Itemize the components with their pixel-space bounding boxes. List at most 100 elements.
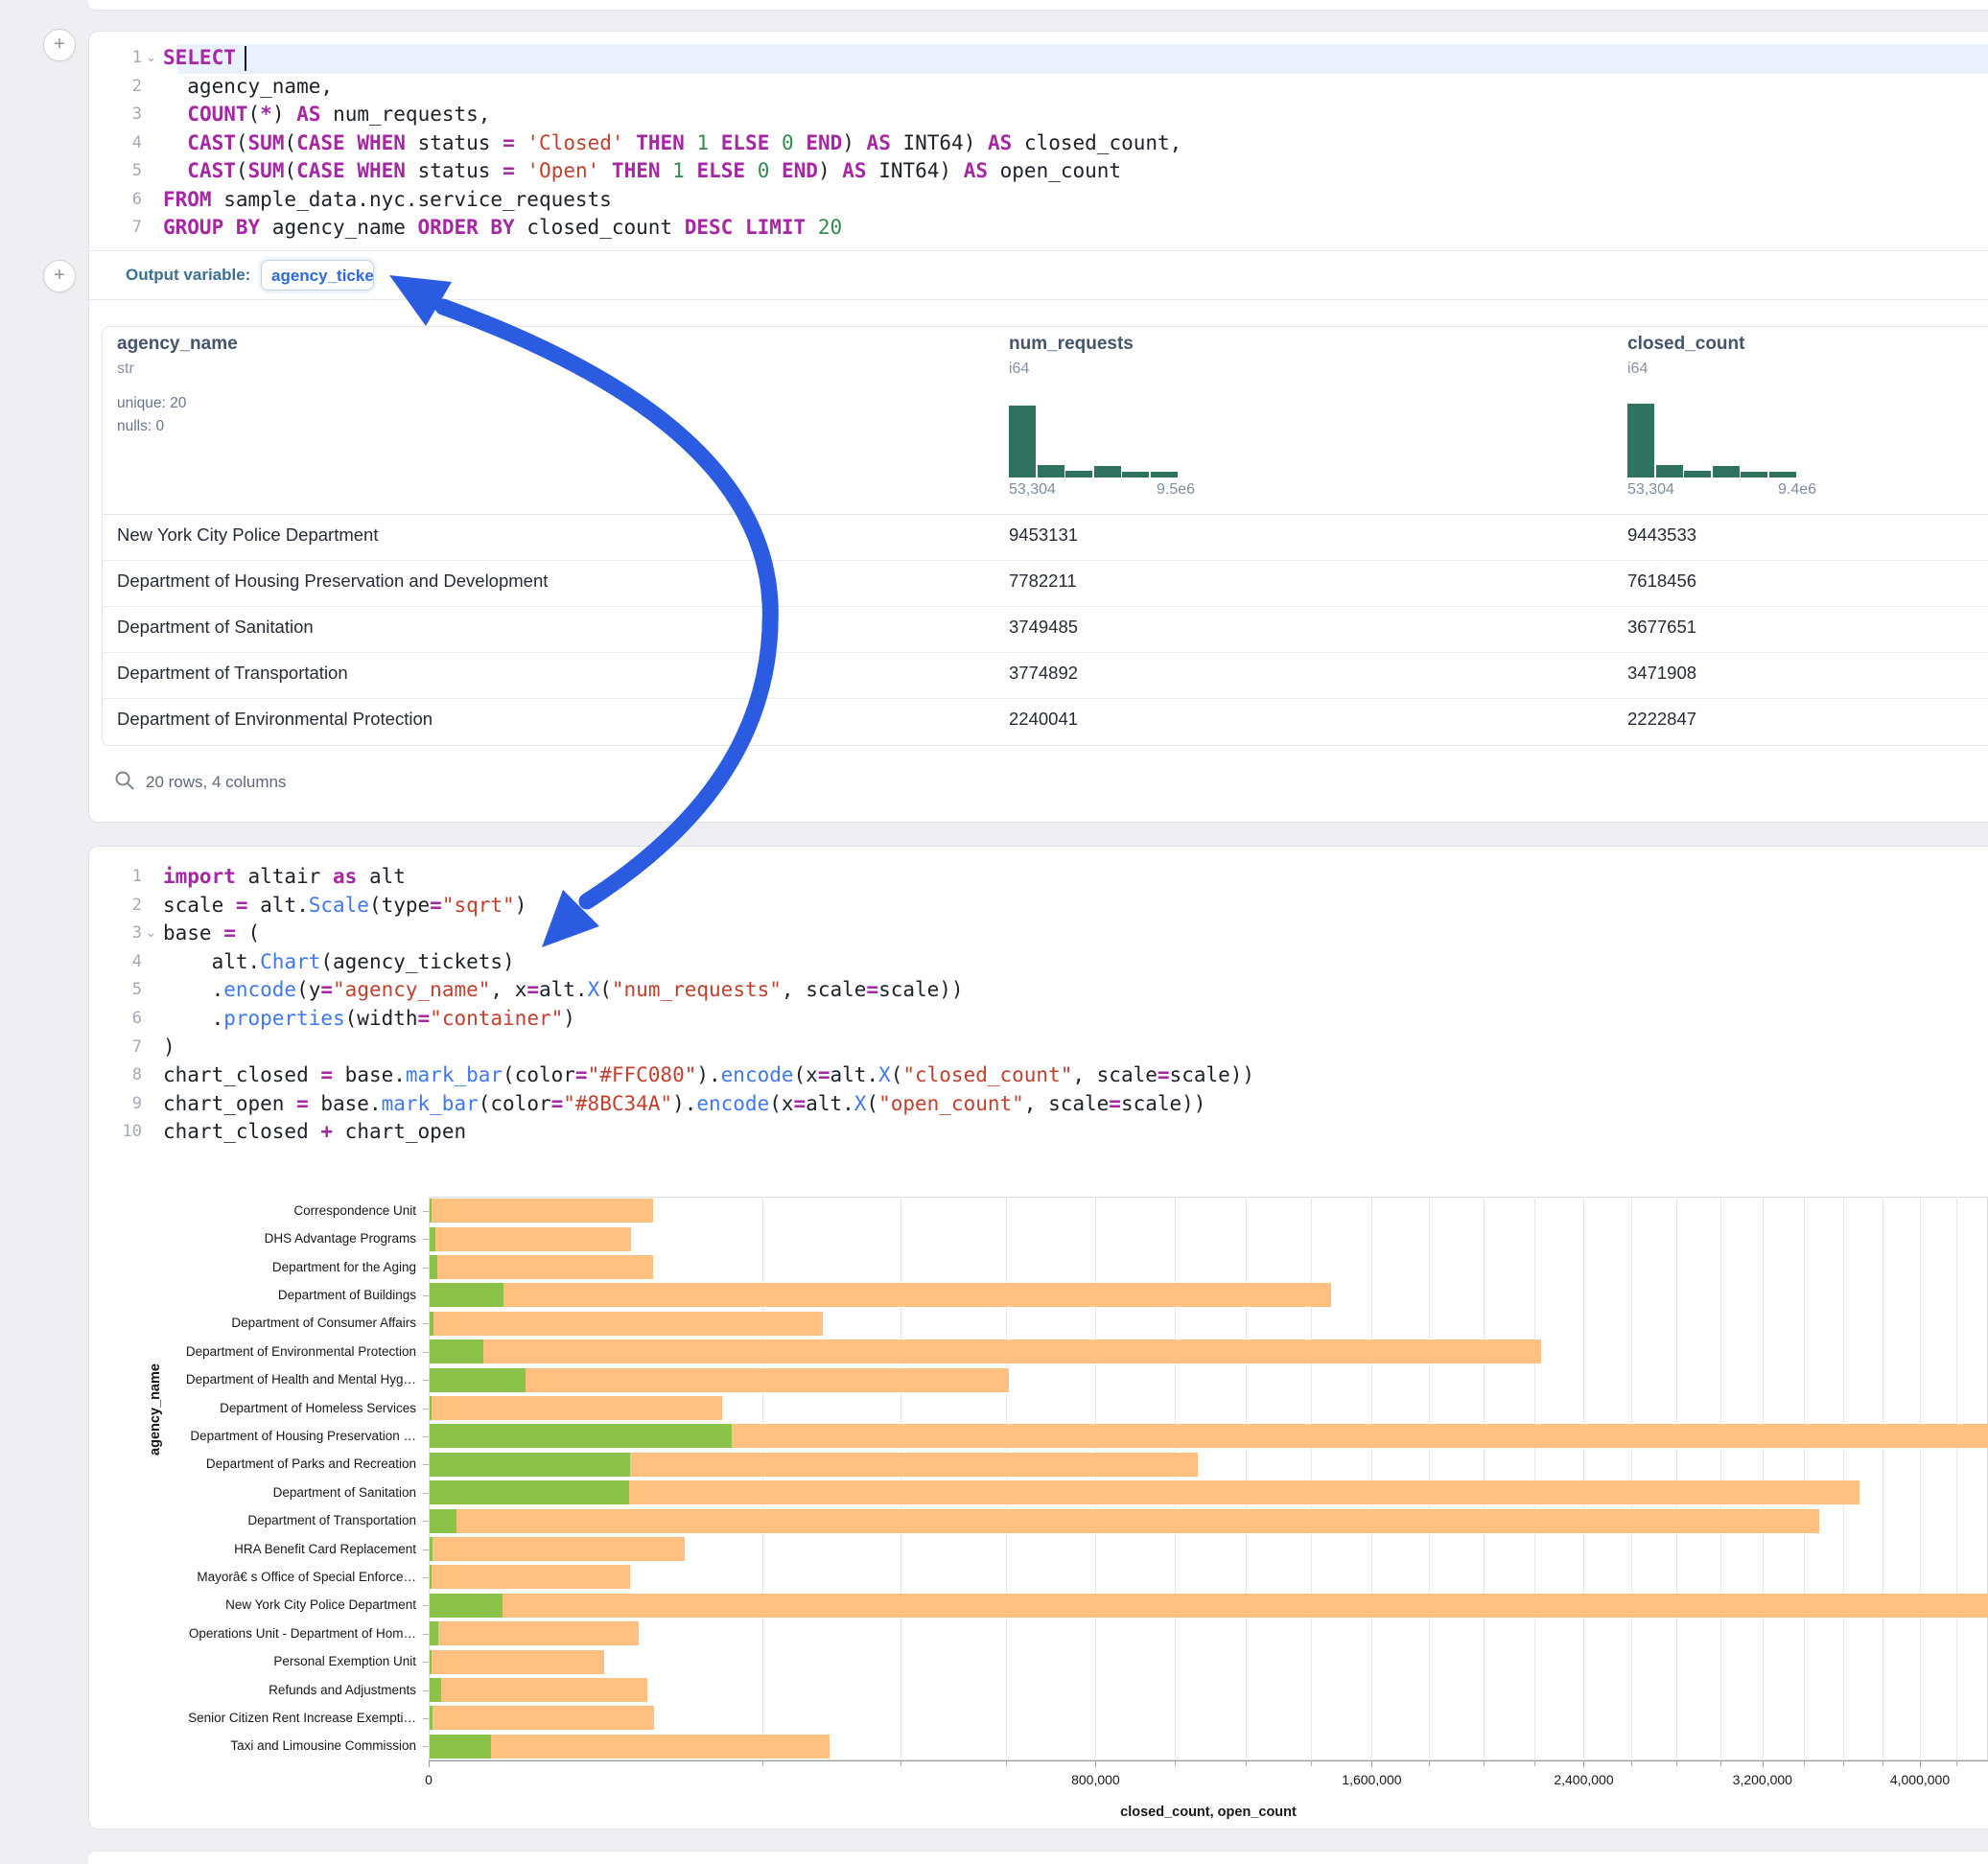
gridline [762, 1197, 763, 1760]
code-token: DESC [685, 216, 734, 239]
line-number: 2 [88, 896, 142, 915]
code-token: = [551, 1092, 564, 1115]
code-token: ( [284, 131, 296, 154]
python-editor[interactable]: 1import altair as alt2scale = alt.Scale(… [88, 846, 1988, 1153]
code-token: COUNT [187, 103, 247, 126]
y-tick-label: Department of Environmental Protection [96, 1344, 416, 1359]
code-token: properties [223, 1007, 344, 1030]
code-token: (x [794, 1063, 818, 1086]
code-token: = [223, 921, 236, 944]
table-row[interactable]: Department of Sanitation37494853677651 [102, 606, 1988, 652]
code-token: scale [163, 894, 236, 917]
code-line: COUNT(*) AS num_requests, [163, 103, 490, 126]
code-token: mark_bar [382, 1092, 479, 1115]
code-token: "agency_name" [333, 978, 490, 1001]
chevron-down-icon[interactable]: ⌄ [146, 925, 156, 941]
code-line: SELECT [163, 46, 248, 69]
gridline [1920, 1197, 1921, 1760]
gridline [1631, 1197, 1632, 1760]
x-axis-major-tick [1763, 1760, 1764, 1767]
hist-min-label: 53,304 [1009, 481, 1056, 499]
code-token [769, 159, 782, 182]
bar-closed-count [430, 1480, 1859, 1504]
bar-open-count [430, 1283, 503, 1307]
output-variable-label: Output variable: [126, 266, 250, 285]
table-row[interactable]: New York City Police Department945313194… [102, 514, 1988, 560]
code-token: 20 [818, 216, 842, 239]
code-token: (width [345, 1007, 418, 1030]
gridline [1371, 1197, 1372, 1760]
bar-closed-count [430, 1227, 631, 1251]
sql-editor[interactable]: 1⌄SELECT 2 agency_name,3 COUNT(*) AS num… [88, 31, 1988, 250]
bar-closed-count [430, 1199, 653, 1223]
gridline [1804, 1197, 1805, 1760]
output-variable-pill[interactable]: agency_tickets [261, 260, 374, 291]
code-token: = [575, 1063, 588, 1086]
code-token: ( [891, 1063, 903, 1086]
histogram-bar [1741, 472, 1767, 478]
code-token: encode [223, 978, 296, 1001]
code-token: AS [988, 131, 1012, 154]
line-number: 6 [88, 190, 142, 209]
gridline [1676, 1197, 1677, 1760]
table-cell: 9453131 [1009, 524, 1078, 546]
code-line: FROM sample_data.nyc.service_requests [163, 188, 612, 211]
histogram-bar [1656, 465, 1683, 478]
x-tick-label: 1,600,000 [1304, 1772, 1438, 1787]
bar-closed-count [430, 1621, 639, 1645]
column-header-agency-name[interactable]: agency_name [117, 334, 238, 355]
code-token: CASE [296, 131, 345, 154]
code-token: = [418, 1007, 431, 1030]
add-cell-button-middle[interactable]: + [43, 260, 76, 292]
add-cell-button-top[interactable]: + [43, 29, 76, 61]
code-token: 'Closed' [526, 131, 623, 154]
code-line: .properties(width="container") [163, 1007, 575, 1030]
closed-count-histogram [1627, 401, 1819, 478]
code-token: = [1158, 1063, 1170, 1086]
code-token: GROUP BY [163, 216, 260, 239]
chevron-down-icon[interactable]: ⌄ [146, 50, 156, 65]
y-tick-label: Department of Homeless Services [96, 1401, 416, 1415]
y-tick-label: New York City Police Department [96, 1597, 416, 1612]
histogram-bar [1094, 466, 1121, 478]
bar-closed-count [430, 1396, 722, 1420]
y-tick-label: Department of Sanitation [96, 1485, 416, 1500]
y-tick-label: HRA Benefit Card Replacement [96, 1542, 416, 1556]
bar-closed-count [430, 1565, 630, 1589]
x-tick-label: 800,000 [1028, 1772, 1162, 1787]
code-token: . [163, 1007, 223, 1030]
code-token: 1 [696, 131, 709, 154]
table-row[interactable]: Department of Housing Preservation and D… [102, 560, 1988, 606]
table-row[interactable]: Department of Environmental Protection22… [102, 698, 1988, 744]
code-token: ( [284, 159, 296, 182]
y-tick-label: Correspondence Unit [96, 1203, 416, 1218]
code-token: END [782, 159, 818, 182]
table-cell: Department of Housing Preservation and D… [117, 571, 548, 592]
column-header-closed-count[interactable]: closed_count [1627, 334, 1744, 355]
y-axis-tick [423, 1352, 429, 1353]
code-token: ELSE [721, 131, 770, 154]
line-number: 4 [88, 133, 142, 152]
code-line: ) [163, 1036, 175, 1059]
x-tick-label: 3,200,000 [1696, 1772, 1830, 1787]
code-token: import [163, 865, 236, 888]
code-token: sample_data.nyc.service_requests [212, 188, 612, 211]
table-search[interactable] [113, 769, 138, 794]
y-axis-tick [423, 1718, 429, 1719]
line-number: 4 [88, 952, 142, 971]
bar-closed-count [430, 1706, 654, 1730]
table-row[interactable]: Department of Transportation377489234719… [102, 652, 1988, 698]
plot-frame [429, 1197, 1988, 1760]
code-token [163, 159, 187, 182]
histogram-bar [1627, 404, 1654, 478]
code-token: (agency_tickets) [320, 950, 514, 973]
column-meta-nulls: nulls: 0 [117, 418, 164, 435]
column-header-num-requests[interactable]: num_requests [1009, 334, 1134, 355]
code-token [599, 159, 612, 182]
code-token: = [430, 894, 442, 917]
x-axis-major-tick [1583, 1760, 1584, 1767]
code-token: scale)) [878, 978, 964, 1001]
bar-open-count [430, 1424, 732, 1448]
bar-open-count [430, 1594, 503, 1618]
code-token: agency_name, [163, 75, 333, 98]
